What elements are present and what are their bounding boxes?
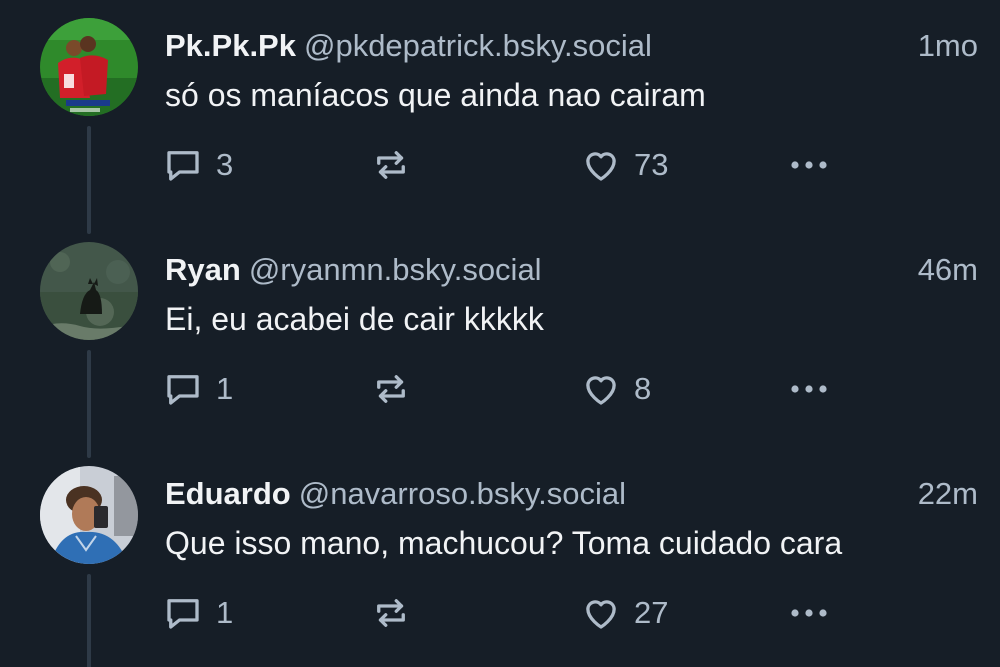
- display-name[interactable]: Pk.Pk.Pk: [165, 28, 296, 63]
- more-options-button[interactable]: [786, 142, 832, 188]
- timestamp[interactable]: 46m: [918, 250, 978, 290]
- post[interactable]: Eduardo @navarroso.bsky.social 22m Que is…: [0, 448, 1000, 667]
- thread-line: [87, 126, 91, 234]
- avatar-image: [40, 242, 138, 340]
- reply-icon: [162, 368, 204, 410]
- avatar-image: [40, 466, 138, 564]
- more-dots-icon: [786, 592, 832, 634]
- post-actions: 3 73: [160, 142, 860, 188]
- avatar-image: [40, 18, 138, 116]
- timestamp[interactable]: 22m: [918, 474, 978, 514]
- thread-view: Pk.Pk.Pk @pkdepatrick.bsky.social 1mo só …: [0, 0, 1000, 667]
- thread-line: [87, 350, 91, 458]
- post-header: Ryan @ryanmn.bsky.social: [165, 250, 980, 290]
- repost-button[interactable]: [370, 590, 424, 636]
- handle[interactable]: @navarroso.bsky.social: [299, 476, 626, 511]
- more-dots-icon: [786, 368, 832, 410]
- reply-count: 1: [216, 595, 234, 630]
- handle[interactable]: @pkdepatrick.bsky.social: [304, 28, 652, 63]
- avatar[interactable]: [40, 466, 138, 564]
- display-name[interactable]: Ryan: [165, 252, 241, 287]
- like-button[interactable]: 8: [580, 366, 651, 412]
- repost-button[interactable]: [370, 366, 424, 412]
- display-name[interactable]: Eduardo: [165, 476, 291, 511]
- reply-button[interactable]: 1: [162, 366, 233, 412]
- more-dots-icon: [786, 144, 832, 186]
- post-text: Que isso mano, machucou? Toma cuidado ca…: [165, 525, 843, 561]
- more-options-button[interactable]: [786, 590, 832, 636]
- avatar[interactable]: [40, 242, 138, 340]
- post-header: Pk.Pk.Pk @pkdepatrick.bsky.social: [165, 26, 980, 66]
- reply-icon: [162, 592, 204, 634]
- like-count: 73: [634, 147, 669, 182]
- reply-button[interactable]: 1: [162, 590, 233, 636]
- post-text: Ei, eu acabei de cair kkkkk: [165, 301, 544, 337]
- reply-icon: [162, 144, 204, 186]
- like-button[interactable]: 73: [580, 142, 668, 188]
- heart-icon: [580, 368, 622, 410]
- post[interactable]: Pk.Pk.Pk @pkdepatrick.bsky.social 1mo só …: [0, 0, 1000, 234]
- repost-icon: [370, 144, 412, 186]
- reply-button[interactable]: 3: [162, 142, 233, 188]
- post-actions: 1 27: [160, 590, 860, 636]
- more-options-button[interactable]: [786, 366, 832, 412]
- post[interactable]: Ryan @ryanmn.bsky.social 46m Ei, eu acabe…: [0, 224, 1000, 458]
- repost-icon: [370, 592, 412, 634]
- avatar[interactable]: [40, 18, 138, 116]
- reply-count: 3: [216, 147, 234, 182]
- heart-icon: [580, 592, 622, 634]
- thread-line: [87, 574, 91, 667]
- post-actions: 1 8: [160, 366, 860, 412]
- like-count: 8: [634, 371, 652, 406]
- post-header: Eduardo @navarroso.bsky.social: [165, 474, 980, 514]
- post-text: só os maníacos que ainda nao cairam: [165, 77, 706, 113]
- like-count: 27: [634, 595, 669, 630]
- like-button[interactable]: 27: [580, 590, 668, 636]
- handle[interactable]: @ryanmn.bsky.social: [249, 252, 542, 287]
- timestamp[interactable]: 1mo: [918, 26, 978, 66]
- repost-icon: [370, 368, 412, 410]
- repost-button[interactable]: [370, 142, 424, 188]
- heart-icon: [580, 144, 622, 186]
- reply-count: 1: [216, 371, 234, 406]
